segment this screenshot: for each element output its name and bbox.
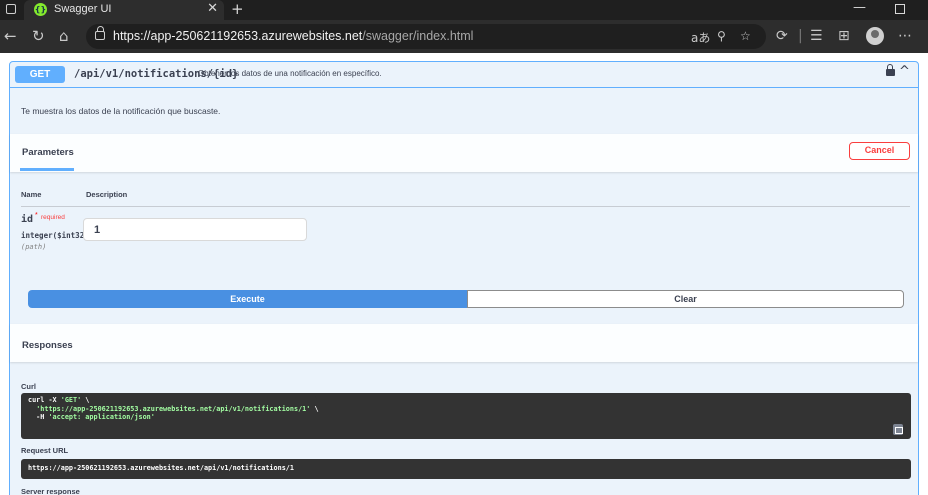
swagger-logo-icon: {} [34,3,47,16]
required-label: required [41,214,65,221]
minimize-icon[interactable]: — [853,0,866,15]
address-bar[interactable]: https://app-250621192653.azurewebsites.n… [86,24,766,49]
table-divider [21,206,910,207]
browser-titlebar: {} Swagger UI ✕ + — [0,0,928,20]
clear-button[interactable]: Clear [467,290,904,308]
column-description-header: Description [86,190,128,199]
server-response-label: Server response [21,487,80,495]
execute-button[interactable]: Execute [28,290,467,308]
separator-icon: | [798,28,803,44]
favorites-icon[interactable]: ☰ [810,26,823,46]
tab-underline [20,168,74,171]
profile-avatar-icon[interactable] [866,27,884,45]
cancel-button[interactable]: Cancel [849,142,910,160]
site-info-icon[interactable] [95,26,105,40]
required-star: * [35,212,38,219]
new-tab-icon[interactable]: + [231,0,244,18]
tab-title: Swagger UI [54,3,112,15]
home-icon[interactable]: ⌂ [59,26,69,46]
request-url-block[interactable]: https://app-250621192653.azurewebsites.n… [21,459,911,479]
curl-label: Curl [21,382,36,391]
lock-icon[interactable] [886,64,895,76]
column-name-header: Name [21,190,42,199]
collections-icon[interactable]: ⊞ [838,26,850,46]
responses-title: Responses [22,340,73,351]
refresh-icon[interactable]: ↻ [32,26,45,46]
close-icon[interactable]: ✕ [207,1,218,16]
translate-icon[interactable]: aあ [691,29,710,46]
parameters-title[interactable]: Parameters [22,147,74,158]
param-name: id [21,214,34,225]
parameters-header: Parameters Cancel [10,134,918,172]
id-param-input[interactable] [83,218,307,241]
operation-block: GET /api/v1/notifications/{id} Obtener l… [9,61,919,495]
param-location: (path) [21,243,47,251]
responses-header: Responses [10,324,918,362]
browser-toolbar: ← ↻ ⌂ https://app-250621192653.azurewebs… [0,20,928,53]
operation-summary-text: Obtener los datos de una notificación en… [198,69,382,78]
tab-actions-icon[interactable] [6,4,16,14]
request-url-label: Request URL [21,446,69,455]
extensions-icon[interactable]: ⟳ [776,26,788,46]
url-text[interactable]: https://app-250621192653.azurewebsites.n… [113,29,473,43]
zoom-icon[interactable]: ⚲ [717,29,726,43]
copy-icon[interactable] [893,424,903,435]
browser-tab[interactable]: {} Swagger UI ✕ [24,0,224,20]
chevron-up-icon[interactable]: ^ [899,64,910,79]
method-badge: GET [15,66,65,83]
curl-code-block[interactable]: curl -X 'GET' \ 'https://app-25062119265… [21,393,911,439]
operation-summary[interactable]: GET /api/v1/notifications/{id} Obtener l… [10,62,918,88]
back-arrow-icon[interactable]: ← [4,26,17,46]
more-options-icon[interactable]: ⋯ [898,26,912,46]
param-type: integer($int32) [21,231,89,240]
operation-description: Te muestra los datos de la notificación … [21,106,221,116]
page-content: GET /api/v1/notifications/{id} Obtener l… [0,53,928,495]
favorite-star-icon[interactable]: ☆ [740,29,751,43]
maximize-icon[interactable] [895,4,905,14]
